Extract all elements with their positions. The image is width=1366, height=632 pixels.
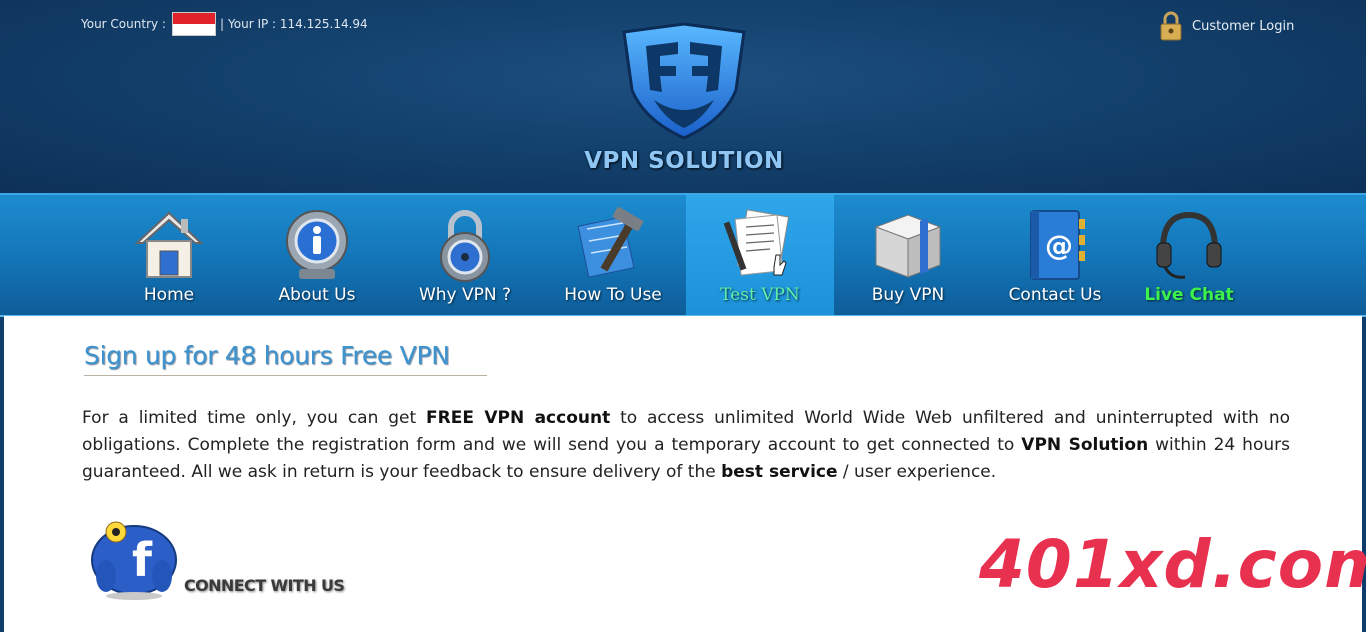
page-title: Sign up for 48 hours Free VPN xyxy=(84,341,450,370)
intro-text-4: / user experience. xyxy=(837,462,997,482)
nav-item-how-to-use[interactable]: How To Use xyxy=(539,195,687,315)
nav-label-contact-us: Contact Us xyxy=(1008,285,1102,305)
nav-item-buy-vpn[interactable]: Buy VPN xyxy=(834,195,982,315)
intro-paragraph: For a limited time only, you can get FRE… xyxy=(82,405,1290,486)
separator: | xyxy=(219,17,225,31)
document-pen-icon xyxy=(723,209,790,276)
ip-label: Your IP : 114.125.14.94 xyxy=(228,17,368,31)
padlock-icon xyxy=(440,210,490,282)
nav-item-home[interactable]: Home xyxy=(95,195,243,315)
nav-label-why-vpn: Why VPN ? xyxy=(418,285,512,305)
indonesia-flag-icon xyxy=(171,12,216,36)
nav-label-buy-vpn: Buy VPN xyxy=(871,285,945,305)
free-vpn-emphasis: FREE VPN account xyxy=(426,408,611,428)
vpn-solution-logo[interactable]: VPN SOLUTION xyxy=(584,20,784,185)
svg-text:@: @ xyxy=(1045,229,1073,262)
tools-icon xyxy=(577,207,644,278)
best-service-emphasis: best service xyxy=(721,462,838,482)
nav-item-contact-us[interactable]: @ Contact Us xyxy=(981,195,1129,315)
customer-login-link[interactable]: Customer Login xyxy=(1158,11,1294,41)
watermark: 401xd.com xyxy=(979,526,1366,603)
shield-logo-icon xyxy=(622,22,746,140)
nav-label-how-to-use: How To Use xyxy=(564,285,662,305)
intro-text-1: For a limited time only, you can get xyxy=(82,408,427,428)
main-nav: Home About Us Why VPN ? How To Use Test … xyxy=(0,193,1366,317)
nav-item-test-vpn[interactable]: Test VPN xyxy=(686,195,834,315)
house-icon xyxy=(134,211,204,278)
address-book-icon: @ xyxy=(1030,210,1085,280)
headset-icon xyxy=(1156,211,1222,279)
nav-item-why-vpn[interactable]: Why VPN ? xyxy=(391,195,539,315)
facebook-mascot-icon[interactable]: f xyxy=(86,510,186,600)
title-divider xyxy=(84,375,487,376)
country-label: Your Country : xyxy=(81,17,166,31)
nav-label-about-us: About Us xyxy=(278,285,356,305)
nav-label-live-chat: Live Chat xyxy=(1144,285,1234,305)
visitor-info: Your Country : | Your IP : 114.125.14.94 xyxy=(81,12,368,36)
customer-login-label: Customer Login xyxy=(1192,18,1295,34)
brand-name: VPN SOLUTION xyxy=(584,148,784,174)
connect-with-us-link[interactable]: CONNECT WITH US xyxy=(184,576,345,595)
nav-label-test-vpn: Test VPN xyxy=(720,285,800,305)
svg-text:f: f xyxy=(132,533,153,587)
nav-item-about-us[interactable]: About Us xyxy=(243,195,391,315)
nav-label-home: Home xyxy=(143,285,195,305)
site-header: Your Country : | Your IP : 114.125.14.94… xyxy=(0,0,1366,193)
box-icon xyxy=(874,214,942,278)
main-content: Sign up for 48 hours Free VPN For a limi… xyxy=(4,316,1366,632)
vpn-solution-emphasis: VPN Solution xyxy=(1021,435,1149,455)
nav-item-live-chat[interactable]: Live Chat xyxy=(1115,195,1263,315)
info-icon xyxy=(286,210,348,279)
lock-icon xyxy=(1160,11,1182,41)
